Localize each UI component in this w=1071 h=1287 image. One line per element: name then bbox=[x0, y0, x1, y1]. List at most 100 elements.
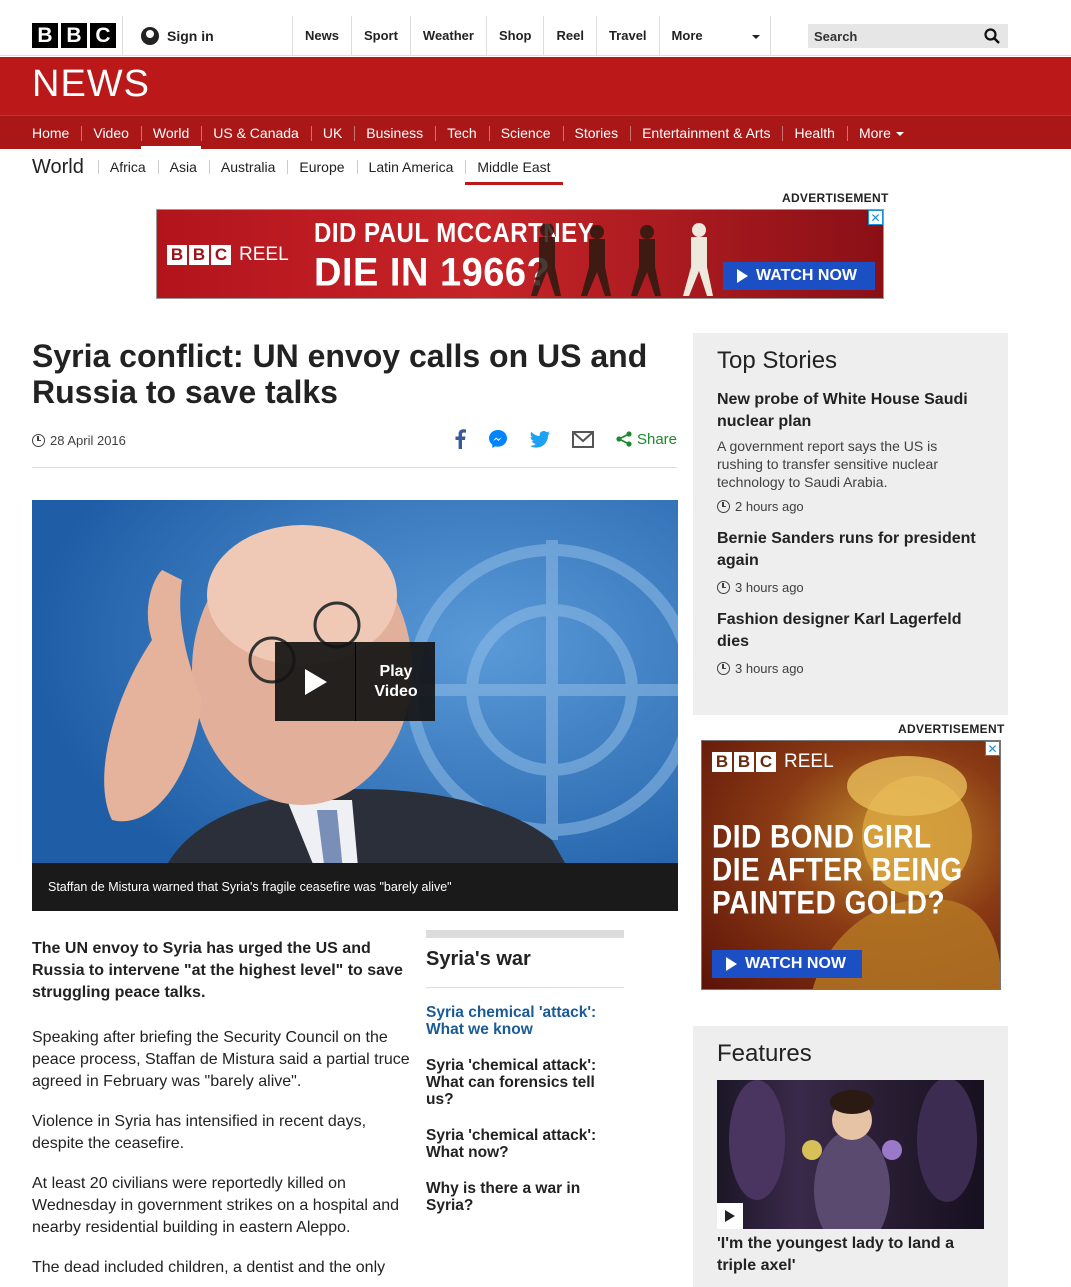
global-nav-travel[interactable]: Travel bbox=[595, 16, 659, 56]
news-wordmark[interactable]: NEWS bbox=[32, 63, 150, 106]
global-nav-shop[interactable]: Shop bbox=[485, 16, 544, 56]
play-button-divider bbox=[355, 642, 356, 721]
play-triangle bbox=[725, 1210, 735, 1222]
bbc-logo-letter: B bbox=[61, 23, 87, 48]
share-label: Share bbox=[636, 430, 677, 448]
top-story-time-text: 3 hours ago bbox=[735, 661, 804, 676]
top-story-item[interactable]: Fashion designer Karl Lagerfeld dies 3 h… bbox=[717, 609, 984, 676]
watch-now-button[interactable]: WATCH NOW bbox=[712, 950, 862, 978]
section-nav-europe[interactable]: Europe bbox=[287, 149, 356, 185]
bbc-logo-letter: B bbox=[734, 752, 754, 772]
search-icon[interactable] bbox=[984, 28, 1000, 44]
bbc-logo-letter: C bbox=[211, 245, 231, 265]
feature-image[interactable] bbox=[717, 1080, 984, 1229]
walking-figures-illustration bbox=[531, 223, 713, 296]
news-nav-us-canada[interactable]: US & Canada bbox=[201, 116, 311, 150]
section-nav-latin-america[interactable]: Latin America bbox=[356, 149, 466, 185]
skaters-photo bbox=[729, 1080, 977, 1229]
clock-icon bbox=[717, 500, 730, 513]
sign-in-link[interactable]: Sign in bbox=[122, 16, 292, 56]
chevron-down-icon bbox=[895, 132, 904, 137]
global-nav-news[interactable]: News bbox=[292, 16, 351, 56]
play-video-button[interactable]: Play Video bbox=[275, 642, 435, 721]
search-input[interactable] bbox=[814, 28, 974, 44]
reel-wordmark: REEL bbox=[784, 751, 834, 772]
top-story-item[interactable]: Bernie Sanders runs for president again … bbox=[717, 528, 984, 595]
close-icon[interactable]: ✕ bbox=[985, 741, 1000, 756]
play-icon[interactable] bbox=[717, 1203, 743, 1229]
global-nav-more[interactable]: More bbox=[658, 16, 771, 56]
article-date: 28 April 2016 bbox=[32, 433, 126, 448]
bbc-reel-logo: B B C REEL bbox=[167, 244, 289, 266]
top-story-headline[interactable]: Bernie Sanders runs for president again bbox=[717, 528, 984, 572]
feature-title[interactable]: 'I'm the youngest lady to land a triple … bbox=[717, 1233, 987, 1277]
related-link[interactable]: Why is there a war in Syria? bbox=[426, 1180, 624, 1214]
bbc-logo[interactable]: B B C bbox=[32, 23, 116, 48]
global-nav-more-label: More bbox=[671, 28, 703, 43]
article-date-text: 28 April 2016 bbox=[50, 433, 126, 448]
top-advert-banner[interactable]: B B C REEL DID PAUL McCARTNEY DIE IN 196… bbox=[156, 209, 884, 299]
messenger-icon[interactable] bbox=[488, 429, 508, 449]
news-nav-health[interactable]: Health bbox=[782, 116, 846, 150]
section-nav-australia[interactable]: Australia bbox=[208, 149, 287, 185]
news-nav-tech[interactable]: Tech bbox=[435, 116, 489, 150]
share-button[interactable]: Share bbox=[616, 431, 677, 448]
features-title: Features bbox=[717, 1040, 812, 1067]
top-story-time-text: 2 hours ago bbox=[735, 499, 804, 514]
news-nav-science[interactable]: Science bbox=[488, 116, 563, 150]
bbc-logo-letter: B bbox=[167, 245, 187, 265]
section-nav-asia[interactable]: Asia bbox=[157, 149, 209, 185]
top-stories-title: Top Stories bbox=[717, 347, 838, 374]
top-story-headline[interactable]: Fashion designer Karl Lagerfeld dies bbox=[717, 609, 984, 653]
watch-now-label: WATCH NOW bbox=[756, 267, 858, 284]
news-nav-video[interactable]: Video bbox=[81, 116, 141, 150]
advertisement-label: ADVERTISEMENT bbox=[898, 722, 1005, 736]
article-video[interactable]: Play Video Staffan de Mistura warned that… bbox=[32, 500, 678, 911]
news-nav-stories[interactable]: Stories bbox=[562, 116, 631, 150]
play-label-line1: Play bbox=[379, 662, 413, 680]
section-nav-middle-east[interactable]: Middle East bbox=[465, 149, 563, 185]
close-icon[interactable]: ✕ bbox=[868, 210, 883, 225]
related-list: Syria chemical 'attack': What we know Sy… bbox=[426, 1004, 624, 1214]
share-icon bbox=[616, 431, 632, 447]
news-nav-more-label: More bbox=[858, 125, 891, 141]
news-nav-home[interactable]: Home bbox=[20, 116, 81, 150]
news-nav-uk[interactable]: UK bbox=[310, 116, 354, 150]
bbc-reel-logo: B B C REEL bbox=[712, 751, 834, 773]
top-story-headline[interactable]: New probe of White House Saudi nuclear p… bbox=[717, 389, 984, 433]
related-title: Syria's war bbox=[426, 938, 624, 988]
email-icon[interactable] bbox=[571, 430, 594, 448]
news-banner: NEWS Home Video World US & Canada UK Bus… bbox=[0, 57, 1071, 150]
top-story-time: 3 hours ago bbox=[717, 661, 984, 676]
related-link[interactable]: Syria 'chemical attack': What can forens… bbox=[426, 1057, 624, 1108]
article-paragraph: At least 20 civilians were reportedly ki… bbox=[32, 1175, 400, 1236]
twitter-icon[interactable] bbox=[529, 430, 550, 448]
global-nav-sport[interactable]: Sport bbox=[350, 16, 410, 56]
play-icon bbox=[737, 269, 748, 283]
global-nav-weather[interactable]: Weather bbox=[409, 16, 486, 56]
bbc-logo-letter: B bbox=[189, 245, 209, 265]
global-nav-reel[interactable]: Reel bbox=[543, 16, 595, 56]
facebook-icon[interactable] bbox=[454, 429, 466, 449]
related-link[interactable]: Syria 'chemical attack': What now? bbox=[426, 1127, 624, 1161]
section-title[interactable]: World bbox=[32, 156, 84, 179]
news-nav-more[interactable]: More bbox=[846, 116, 916, 150]
watch-now-button[interactable]: WATCH NOW bbox=[723, 262, 875, 290]
side-advert[interactable]: B B C REEL DID BOND GIRL DIE AFTER BEING… bbox=[701, 740, 1001, 990]
clock-icon bbox=[717, 581, 730, 594]
news-nav-world[interactable]: World bbox=[140, 116, 202, 150]
advertisement-label: ADVERTISEMENT bbox=[782, 191, 889, 205]
related-link[interactable]: Syria chemical 'attack': What we know bbox=[426, 1004, 624, 1038]
article-headline: Syria conflict: UN envoy calls on US and… bbox=[32, 338, 648, 410]
section-nav-africa[interactable]: Africa bbox=[97, 149, 158, 185]
share-tools: Share bbox=[454, 429, 677, 449]
ad-headline-line1: DID BOND GIRL bbox=[712, 818, 932, 855]
top-story-item[interactable]: New probe of White House Saudi nuclear p… bbox=[717, 389, 984, 514]
article-paragraph: Speaking after briefing the Security Cou… bbox=[32, 1029, 410, 1090]
news-nav-entertainment-arts[interactable]: Entertainment & Arts bbox=[630, 116, 782, 150]
ad-headline-line2: DIE IN 1966? bbox=[314, 250, 551, 296]
news-nav-business[interactable]: Business bbox=[354, 116, 435, 150]
news-nav: Home Video World US & Canada UK Business… bbox=[0, 115, 1071, 150]
ad-headline-line2: DIE AFTER BEING bbox=[712, 851, 963, 888]
search-box bbox=[808, 24, 1008, 48]
